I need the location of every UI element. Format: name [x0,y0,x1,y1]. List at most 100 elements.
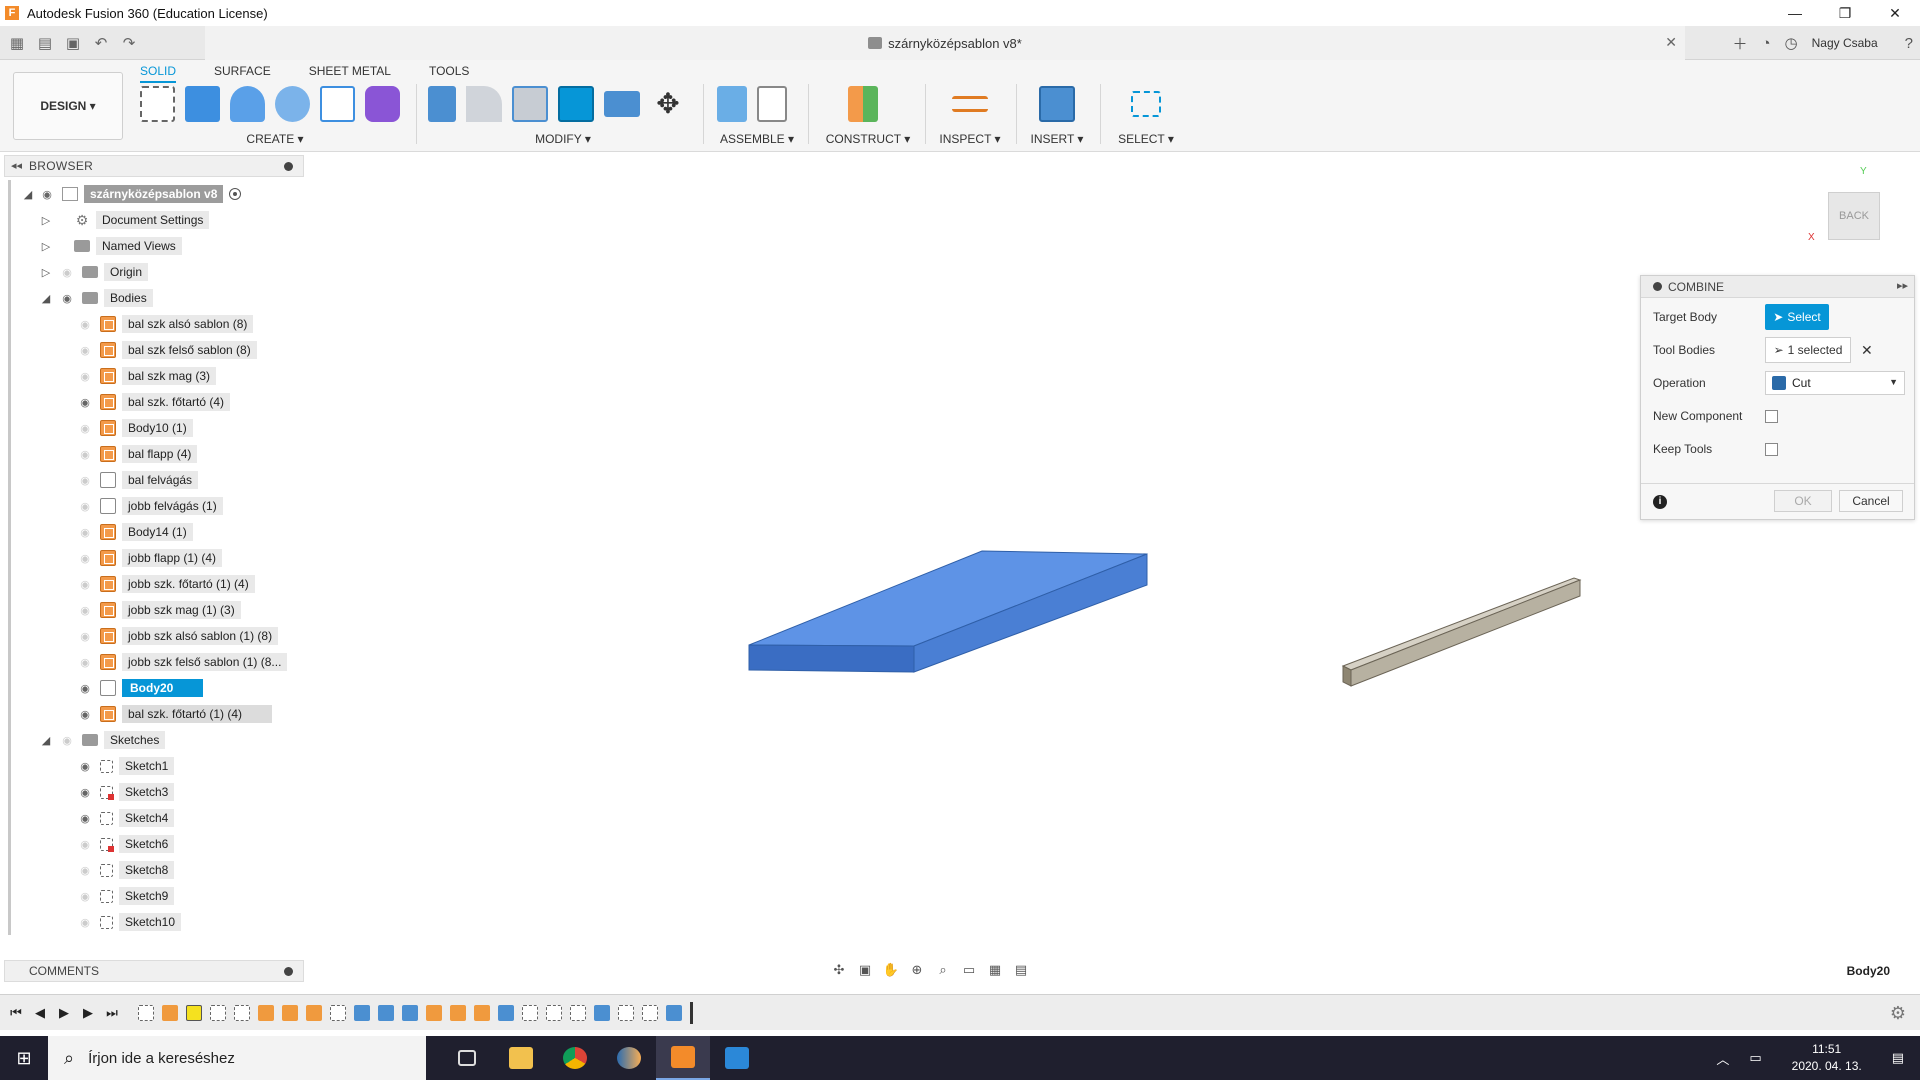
clear-selection-icon[interactable]: ✕ [1861,342,1873,359]
expand-dialog-icon[interactable]: ▸▸ [1897,279,1908,292]
pattern-icon[interactable] [319,86,356,122]
taskbar-clock[interactable]: 11:51 2020. 04. 13. [1792,1041,1862,1075]
redo-icon[interactable]: ↷ [118,32,140,54]
comments-add-icon[interactable] [284,967,293,976]
tab-tools[interactable]: TOOLS [429,64,469,83]
taskbar-search-box[interactable]: ⌕ Írjon ide a kereséshez [48,1036,426,1080]
close-tab-icon[interactable]: ✕ [1665,34,1677,51]
timeline-marker-icon[interactable] [690,1001,693,1024]
insert-menu[interactable]: INSERT ▾ [1022,132,1092,146]
document-tab[interactable]: szárnyközépsablon v8* ✕ [205,26,1685,60]
fit-zoom-icon[interactable]: ⌕ [932,961,954,979]
split-body-icon[interactable] [604,91,640,117]
data-panel-grid-icon[interactable]: ▦ [6,32,28,54]
look-at-icon[interactable]: ▣ [854,961,876,979]
pan-hand-icon[interactable]: ✋ [880,961,902,979]
file-menu-icon[interactable]: ▤ [34,32,56,54]
windows-start-icon[interactable]: ⊞ [0,1036,48,1080]
cancel-button[interactable]: Cancel [1839,490,1903,512]
app-button[interactable] [602,1036,656,1080]
fusion-360-button[interactable] [656,1036,710,1080]
tool-bodies-selection[interactable]: ➢ 1 selected [1765,337,1851,363]
combine-dialog-header[interactable]: COMBINE ▸▸ [1641,276,1914,298]
timeline-next-icon[interactable]: ▶ [80,1005,96,1021]
body20-blue-plate[interactable] [748,550,1148,673]
new-tab-plus-icon[interactable]: ＋ [1732,33,1747,54]
orbit-icon[interactable]: ✣ [828,961,850,979]
timeline-feature-extrude-icon[interactable] [162,1004,178,1021]
timeline-feature-extrude-icon[interactable] [306,1004,322,1021]
timeline-feature-sketch-icon[interactable] [330,1004,346,1021]
dialog-pin-icon[interactable] [1653,282,1662,291]
timeline-feature-combine-icon[interactable] [378,1004,394,1021]
revolve-icon[interactable] [230,86,266,122]
timeline-feature-sketch-icon[interactable] [570,1004,586,1021]
joint-icon[interactable] [757,86,787,122]
window-select-icon[interactable] [1131,91,1161,117]
viewcube-face-back[interactable]: BACK [1828,192,1880,240]
move-copy-icon[interactable]: ✥ [650,86,686,122]
insert-image-icon[interactable] [1039,86,1075,122]
close-window-button[interactable]: ✕ [1870,0,1920,26]
viewports-icon[interactable]: ▤ [1010,961,1032,979]
zoom-icon[interactable]: ⊕ [906,961,928,979]
construct-menu[interactable]: CONSTRUCT ▾ [818,132,918,146]
notifications-icon[interactable]: ▤ [1892,1050,1904,1066]
timeline-settings-gear-icon[interactable]: ⚙ [1890,1003,1906,1024]
comments-panel-header[interactable]: COMMENTS [4,960,304,982]
timeline-feature-sketch-icon[interactable] [210,1004,226,1021]
press-pull-icon[interactable] [428,86,456,122]
assemble-menu[interactable]: ASSEMBLE ▾ [712,132,802,146]
notifications-clock-icon[interactable]: ◷ [1785,34,1798,52]
combine-icon[interactable] [558,86,594,122]
grid-settings-icon[interactable]: ▦ [984,961,1006,979]
create-menu[interactable]: CREATE ▾ [140,132,410,146]
timeline-feature-extrude-icon[interactable] [450,1004,466,1021]
timeline-feature-sketch-icon[interactable] [186,1004,202,1021]
task-view-button[interactable] [440,1036,494,1080]
new-component-checkbox[interactable] [1765,409,1778,423]
keep-tools-checkbox[interactable] [1765,442,1778,456]
timeline-feature-combine-icon[interactable] [594,1004,610,1021]
operation-dropdown[interactable]: Cut ▼ [1765,371,1905,395]
user-name[interactable]: Nagy Csaba [1812,36,1878,50]
undo-icon[interactable]: ↶ [90,32,112,54]
timeline-feature-combine-icon[interactable] [354,1004,370,1021]
new-component-icon[interactable] [717,86,747,122]
extrude-icon[interactable] [185,86,221,122]
timeline-feature-joint-icon[interactable] [618,1004,634,1021]
offset-plane-icon[interactable] [848,86,878,122]
hole-icon[interactable] [275,86,310,122]
maximize-button[interactable]: ❐ [1820,0,1870,26]
timeline-feature-sketch-icon[interactable] [138,1004,154,1021]
tab-solid[interactable]: SOLID [140,64,177,83]
modify-menu[interactable]: MODIFY ▾ [428,132,698,146]
timeline-feature-extrude-icon[interactable] [426,1004,442,1021]
workspace-switcher-button[interactable]: DESIGN ▾ [13,72,123,140]
timeline-first-icon[interactable]: ⏮ [8,1005,24,1021]
network-icon[interactable]: ▭ [1749,1050,1761,1066]
shell-icon[interactable] [512,86,548,122]
job-status-icon[interactable]: ◔ [1761,35,1770,52]
ok-button[interactable]: OK [1774,490,1832,512]
help-icon[interactable]: ? [1905,35,1913,52]
timeline-last-icon[interactable]: ⏭ [104,1005,120,1021]
display-settings-icon[interactable]: ▭ [958,961,980,979]
timeline-prev-icon[interactable]: ◀ [32,1005,48,1021]
timeline-feature-combine-icon[interactable] [402,1004,418,1021]
timeline-feature-combine-icon[interactable] [498,1004,514,1021]
tray-expand-chevron-icon[interactable]: ︿ [1716,1049,1729,1068]
photos-button[interactable] [710,1036,764,1080]
timeline-feature-mirror-icon[interactable] [522,1004,538,1021]
inspect-menu[interactable]: INSPECT ▾ [930,132,1010,146]
target-body-select-button[interactable]: ➤ Select [1765,304,1829,330]
chrome-button[interactable] [548,1036,602,1080]
tab-sheet-metal[interactable]: SHEET METAL [309,64,391,83]
select-menu[interactable]: SELECT ▾ [1106,132,1186,146]
timeline-feature-move-icon[interactable] [642,1004,658,1021]
3d-viewport-canvas[interactable] [0,152,1920,958]
timeline-feature-sketch-icon[interactable] [546,1004,562,1021]
timeline-play-icon[interactable]: ▶ [56,1005,72,1021]
save-icon[interactable]: ▣ [62,32,84,54]
info-icon[interactable]: i [1653,494,1667,509]
